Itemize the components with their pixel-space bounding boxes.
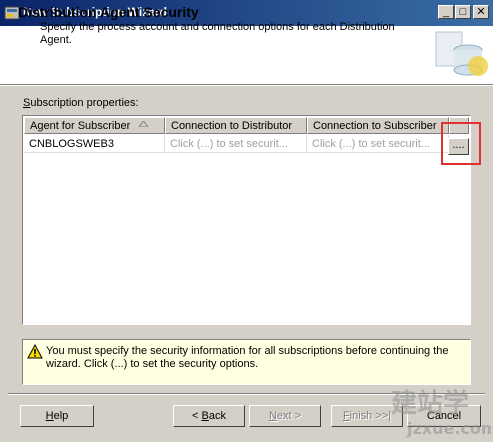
- maximize-button[interactable]: □: [455, 5, 471, 19]
- site-watermark-logo: 建站学 jzxue.com: [391, 388, 491, 438]
- page-title: Distribution Agent Security: [18, 4, 199, 20]
- close-button[interactable]: ✕: [473, 5, 489, 19]
- close-icon: ✕: [476, 6, 486, 18]
- subscription-grid[interactable]: Agent for Subscriber Connection to Distr…: [22, 115, 471, 325]
- cell-subscriber[interactable]: Click (...) to set securit...: [307, 135, 449, 153]
- database-header-icon: [435, 31, 488, 76]
- header-divider-light: [0, 85, 493, 86]
- svg-text:建站学: 建站学: [391, 388, 469, 419]
- back-button[interactable]: < Back: [173, 405, 245, 427]
- minimize-icon: _: [442, 6, 450, 18]
- warning-message: You must specify the security informatio…: [46, 345, 449, 370]
- column-header-subscriber[interactable]: Connection to Subscriber: [307, 117, 449, 134]
- page-subtitle: Specify the process account and connecti…: [40, 21, 395, 46]
- sort-ascending-icon: [139, 121, 148, 127]
- minimize-button[interactable]: _: [438, 5, 454, 19]
- cell-distributor[interactable]: Click (...) to set securit...: [165, 135, 307, 153]
- subscription-properties-label: Subscription properties:: [23, 97, 139, 109]
- highlight-box: [441, 122, 481, 165]
- cell-agent[interactable]: CNBLOGSWEB3: [24, 135, 165, 153]
- warning-icon: [27, 344, 43, 359]
- svg-text:jzxue.com: jzxue.com: [406, 419, 491, 438]
- column-header-distributor[interactable]: Connection to Distributor: [165, 117, 307, 134]
- maximize-icon: □: [459, 6, 467, 18]
- help-button[interactable]: Help: [20, 405, 94, 427]
- next-button[interactable]: Next >: [249, 405, 321, 427]
